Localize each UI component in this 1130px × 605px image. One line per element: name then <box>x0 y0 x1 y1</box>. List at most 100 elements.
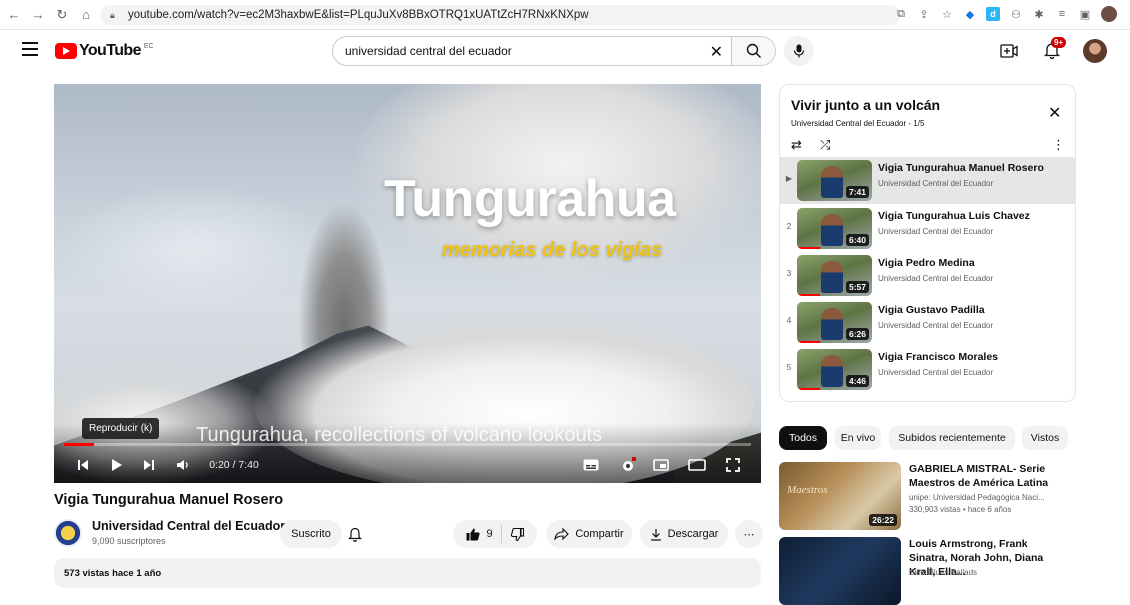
lock-icon: 🔒︎ <box>110 9 115 20</box>
loop-playlist-icon[interactable]: ⇄ <box>791 137 802 153</box>
extension-people-icon[interactable]: ⚇ <box>1009 7 1023 21</box>
watched-progress <box>797 294 820 296</box>
playlist-panel: Vivir junto a un volcán Universidad Cent… <box>779 84 1076 402</box>
recommendation-title: GABRIELA MISTRAL- Serie Maestros de Amér… <box>909 463 1049 489</box>
bookmark-star-icon[interactable]: ☆ <box>940 7 954 21</box>
address-bar[interactable]: 🔒︎ youtube.com/watch?v=ec2M3haxbwE&list=… <box>100 5 900 25</box>
search-button[interactable] <box>732 36 776 66</box>
thumbs-down-icon[interactable] <box>510 527 524 541</box>
filter-chip[interactable]: En vivo <box>835 426 881 450</box>
recommendation-item[interactable]: Louis Armstrong, Frank Sinatra, Norah Jo… <box>779 537 1079 605</box>
back-icon[interactable]: ← <box>4 5 24 25</box>
playlist-item-thumbnail[interactable]: 6:26 <box>797 302 872 343</box>
playlist-item-thumbnail[interactable]: 6:40 <box>797 208 872 249</box>
playlist-title[interactable]: Vivir junto a un volcán <box>791 97 940 113</box>
reload-icon[interactable]: ↻ <box>52 5 72 25</box>
previous-icon[interactable] <box>74 451 92 479</box>
duration-badge: 5:57 <box>845 281 869 293</box>
filter-chip[interactable]: Todos <box>779 426 827 450</box>
share-button[interactable]: Compartir <box>546 520 632 548</box>
playlist-item[interactable]: 3 5:57 Vigia Pedro Medina Universidad Centr… <box>780 252 1075 299</box>
volume-icon[interactable] <box>174 451 192 479</box>
search-input[interactable]: universidad central del ecuador ✕ <box>332 36 732 66</box>
account-avatar[interactable] <box>1083 39 1107 63</box>
reading-list-icon[interactable]: ≡ <box>1055 7 1069 21</box>
download-label: Descargar <box>667 528 719 540</box>
channel-avatar[interactable] <box>54 519 82 547</box>
forward-icon[interactable]: → <box>28 5 48 25</box>
settings-gear-icon[interactable] <box>618 451 638 479</box>
home-icon[interactable]: ⌂ <box>76 5 96 25</box>
playlist-item-title: Vigia Francisco Morales <box>878 351 999 363</box>
playlist-item[interactable]: 4 6:26 Vigia Gustavo Padilla Universidad Ce… <box>780 299 1075 346</box>
thumbnail-person <box>821 308 843 340</box>
clear-search-icon[interactable]: ✕ <box>710 42 723 62</box>
duration-badge: 6:26 <box>845 328 869 340</box>
recommendation-meta: 330,903 vistas • hace 6 años <box>909 505 1012 514</box>
thumbs-up-icon[interactable] <box>466 528 481 541</box>
youtube-logo[interactable]: YouTube EC <box>55 42 154 60</box>
voice-search-button[interactable] <box>784 36 814 66</box>
recommendation-thumbnail[interactable] <box>779 537 901 605</box>
duration-badge: 4:46 <box>845 375 869 387</box>
subtitles-icon[interactable] <box>582 451 600 479</box>
recommendation-item[interactable]: Maestros 26:22 GABRIELA MISTRAL- Serie Mae… <box>779 462 1079 530</box>
playlist-item-index: 4 <box>786 316 792 325</box>
url-text: youtube.com/watch?v=ec2M3haxbwE&list=PLq… <box>128 9 589 21</box>
extensions-area: ⧉ ⇪ ☆ ◆ d ⚇ ✱ ≡ ▣ ⋮ <box>894 6 1130 22</box>
playlist-item-thumbnail[interactable]: 4:46 <box>797 349 872 390</box>
miniplayer-icon[interactable] <box>652 451 670 479</box>
playlist-item[interactable]: 2 6:40 Vigia Tungurahua Luis Chavez Univers… <box>780 205 1075 252</box>
browser-menu-icon[interactable]: ⋮ <box>1126 7 1130 21</box>
logo-text: YouTube <box>79 42 141 59</box>
description-meta: 573 vistas hace 1 año <box>64 568 162 579</box>
more-actions-icon[interactable]: ⋯ <box>735 520 763 548</box>
share-page-icon[interactable]: ⇪ <box>917 7 931 21</box>
playlist-item-title: Vigia Pedro Medina <box>878 257 975 269</box>
recommendation-channel: Slow Blues Ballads <box>909 568 978 577</box>
video-title: Vigia Tungurahua Manuel Rosero <box>54 492 284 508</box>
menu-icon[interactable] <box>22 42 38 56</box>
playlist-item-channel: Universidad Central del Ecuador <box>878 368 994 377</box>
filter-chip[interactable]: Subidos recientemente <box>889 426 1015 450</box>
channel-name[interactable]: Universidad Central del Ecuador <box>92 519 285 533</box>
close-playlist-icon[interactable]: ✕ <box>1048 103 1061 123</box>
translate-icon[interactable]: ⧉ <box>894 7 908 21</box>
description-box[interactable]: 573 vistas hace 1 año <box>54 558 761 588</box>
recommendation-channel: unipe: Universidad Pedagógica Naci... <box>909 493 1045 502</box>
side-panel-icon[interactable]: ▣ <box>1078 7 1092 21</box>
duration-badge: 7:41 <box>845 186 869 198</box>
playlist-item-title: Vigia Tungurahua Luis Chavez <box>878 210 1030 222</box>
extensions-puzzle-icon[interactable]: ✱ <box>1032 7 1046 21</box>
playlist-item[interactable]: 5 4:46 Vigia Francisco Morales Universidad … <box>780 346 1075 393</box>
playlist-item-thumbnail[interactable]: 7:41 <box>797 160 872 201</box>
playlist-item-thumbnail[interactable]: 5:57 <box>797 255 872 296</box>
play-tooltip: Reproducir (k) <box>82 418 160 439</box>
download-button[interactable]: Descargar <box>640 520 728 548</box>
playlist-menu-icon[interactable]: ⋮ <box>1052 137 1065 153</box>
extension-cyan-icon[interactable]: d <box>986 7 1000 21</box>
playlist-item-channel: Universidad Central del Ecuador <box>878 321 994 330</box>
playlist-item[interactable]: ▶ 7:41 Vigia Tungurahua Manuel Rosero Unive… <box>780 157 1075 204</box>
thumbnail-text: Maestros <box>787 484 828 496</box>
profile-avatar-icon[interactable] <box>1101 6 1117 22</box>
recommendation-thumbnail[interactable]: Maestros 26:22 <box>779 462 901 530</box>
filter-chip[interactable]: Vistos <box>1022 426 1068 450</box>
subscribed-button[interactable]: Suscrito <box>280 520 342 548</box>
like-separator <box>500 525 502 543</box>
video-progress-bar[interactable] <box>64 443 751 446</box>
channel-notification-bell-icon[interactable] <box>348 526 362 542</box>
play-icon[interactable] <box>108 451 126 479</box>
create-video-icon[interactable] <box>1000 43 1018 59</box>
time-display: 0:20 / 7:40 <box>209 459 259 471</box>
next-icon[interactable] <box>140 451 158 479</box>
search-icon <box>746 43 761 58</box>
shuffle-icon[interactable]: ⤮ <box>820 137 830 153</box>
extension-blue-icon[interactable]: ◆ <box>963 7 977 21</box>
video-player[interactable]: Tungurahua memorias de los vigías Tungur… <box>54 84 761 483</box>
fullscreen-icon[interactable] <box>724 451 742 479</box>
microphone-icon <box>793 44 805 58</box>
playlist-item-index: 3 <box>786 269 792 278</box>
subscriber-count: 9,090 suscriptores <box>92 536 166 546</box>
theater-mode-icon[interactable] <box>688 451 706 479</box>
